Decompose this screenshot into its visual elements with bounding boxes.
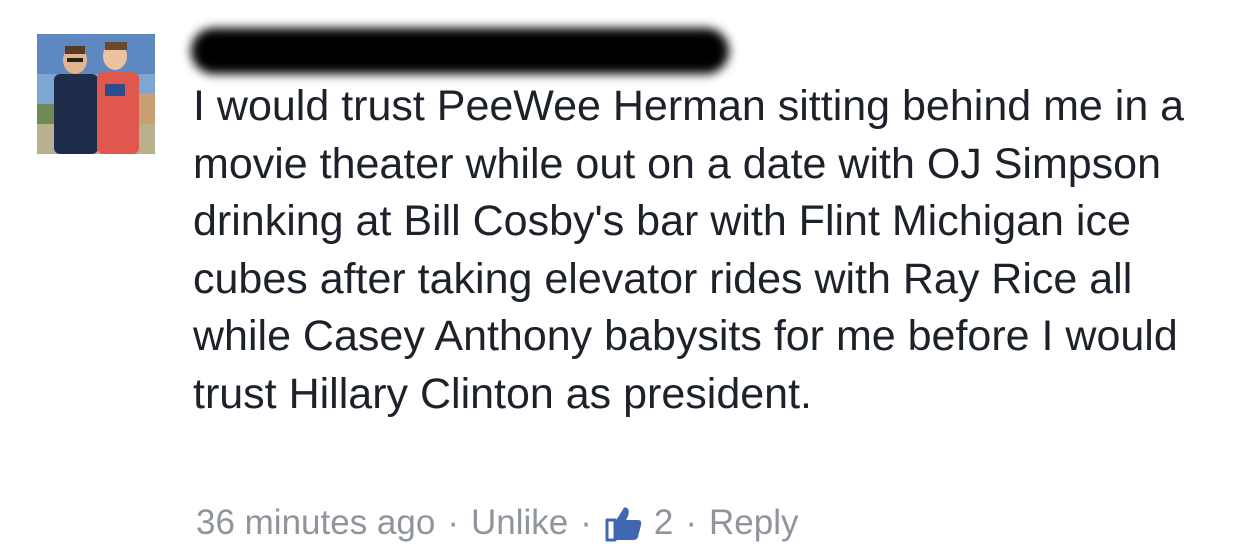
separator: · [580, 503, 592, 542]
comment-body: Stephanie Blackmore Rasley I would trust… [191, 28, 1233, 423]
separator: · [447, 503, 459, 542]
separator: · [685, 503, 698, 542]
comment-actions: 36 minutes ago · Unlike · 2 · Reply [196, 497, 799, 549]
thumbs-up-icon[interactable] [604, 503, 644, 543]
comment: Stephanie Blackmore Rasley I would trust… [0, 0, 1242, 553]
like-count[interactable]: 2 [654, 503, 673, 543]
avatar-photo [37, 34, 155, 154]
avatar[interactable] [37, 34, 155, 154]
comment-text: I would trust PeeWee Herman sitting behi… [193, 82, 1185, 418]
unlike-button[interactable]: Unlike [471, 503, 568, 543]
author-name-redacted[interactable]: Stephanie Blackmore Rasley [191, 28, 730, 74]
reply-button[interactable]: Reply [709, 503, 798, 543]
timestamp[interactable]: 36 minutes ago [196, 503, 435, 543]
